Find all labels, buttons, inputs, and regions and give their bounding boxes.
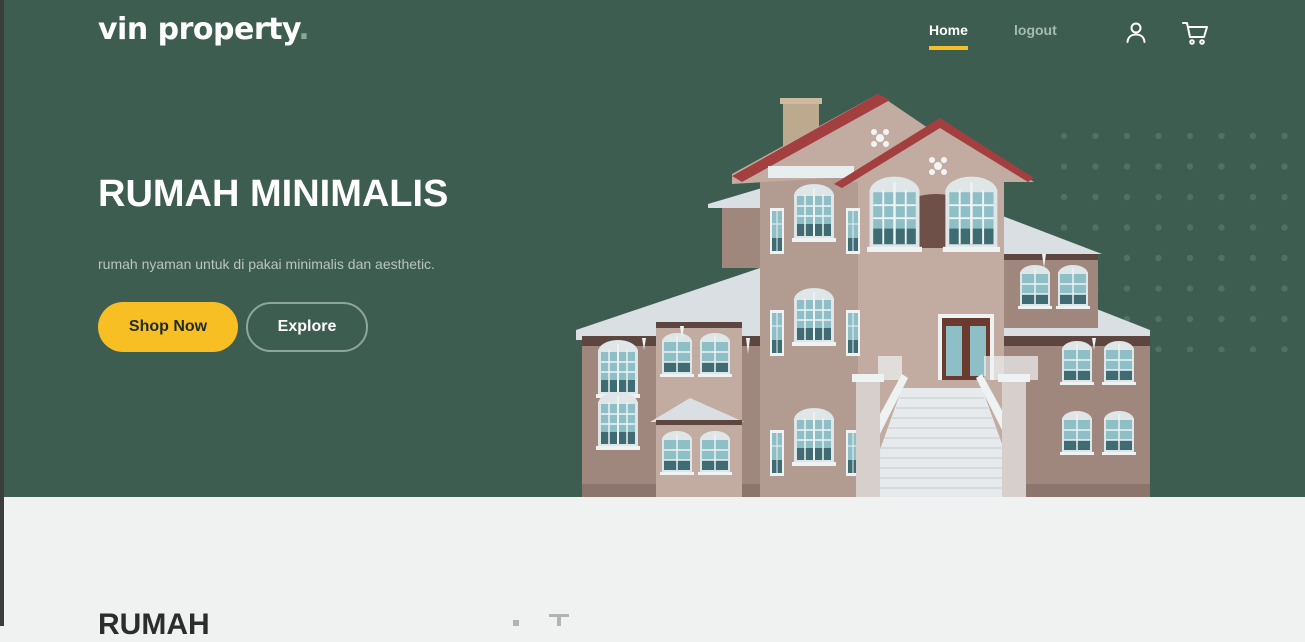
pattern-dot	[1218, 315, 1225, 323]
pattern-dot	[1186, 163, 1194, 170]
pattern-dot	[1155, 132, 1162, 140]
pattern-dot	[1218, 285, 1225, 292]
pattern-dot	[1186, 346, 1194, 352]
section-illustration-peek	[513, 614, 569, 626]
pattern-dot	[1155, 346, 1162, 352]
pattern-dot	[1249, 193, 1257, 201]
pattern-dot	[1186, 285, 1194, 292]
house-illustration	[576, 94, 1150, 497]
hero-section: vin property. Home logout RUMAH MINIMALI…	[4, 0, 1305, 497]
pattern-dot	[1281, 346, 1288, 352]
nav-logout-link[interactable]: logout	[1014, 22, 1057, 38]
pattern-dot	[1281, 224, 1288, 231]
pattern-dot	[1249, 285, 1257, 292]
hero-subtitle: rumah nyaman untuk di pakai minimalis da…	[98, 256, 435, 272]
user-icon[interactable]	[1124, 20, 1148, 44]
main-nav: Home logout	[4, 22, 1305, 62]
pattern-dot	[1155, 163, 1162, 170]
pattern-dot	[1281, 285, 1288, 292]
pattern-dot	[1249, 254, 1257, 262]
pattern-dot	[1281, 163, 1288, 170]
pattern-dot	[1186, 224, 1194, 231]
pattern-dot	[1281, 254, 1288, 262]
shop-now-button[interactable]: Shop Now	[98, 302, 238, 352]
pattern-dot	[1281, 315, 1288, 323]
explore-button[interactable]: Explore	[246, 302, 368, 352]
pattern-dot	[1218, 132, 1225, 140]
pattern-dot	[1155, 315, 1162, 323]
pattern-dot	[1249, 132, 1257, 140]
hero-title: RUMAH MINIMALIS	[98, 173, 449, 215]
pattern-dot	[1249, 163, 1257, 170]
nav-home-link[interactable]: Home	[929, 22, 968, 50]
pattern-dot	[1218, 224, 1225, 231]
pattern-dot	[1186, 315, 1194, 323]
pattern-dot	[1281, 193, 1288, 201]
pattern-dot	[1155, 285, 1162, 292]
pattern-dot	[1155, 254, 1162, 262]
pattern-dot	[1155, 224, 1162, 231]
pattern-dot	[1249, 224, 1257, 231]
pattern-dot	[1186, 193, 1194, 201]
pattern-dot	[1218, 346, 1225, 352]
pattern-dot	[1186, 254, 1194, 262]
pattern-dot	[1249, 346, 1257, 352]
pattern-dot	[1155, 193, 1162, 201]
pattern-dot	[1186, 132, 1194, 140]
pattern-dot	[1218, 193, 1225, 201]
pattern-dot	[1281, 132, 1288, 140]
pattern-dot	[1249, 315, 1257, 323]
cart-icon[interactable]	[1181, 20, 1209, 46]
pattern-dot	[1218, 254, 1225, 262]
pattern-dot	[1218, 163, 1225, 170]
section-heading: RUMAH	[98, 608, 210, 641]
